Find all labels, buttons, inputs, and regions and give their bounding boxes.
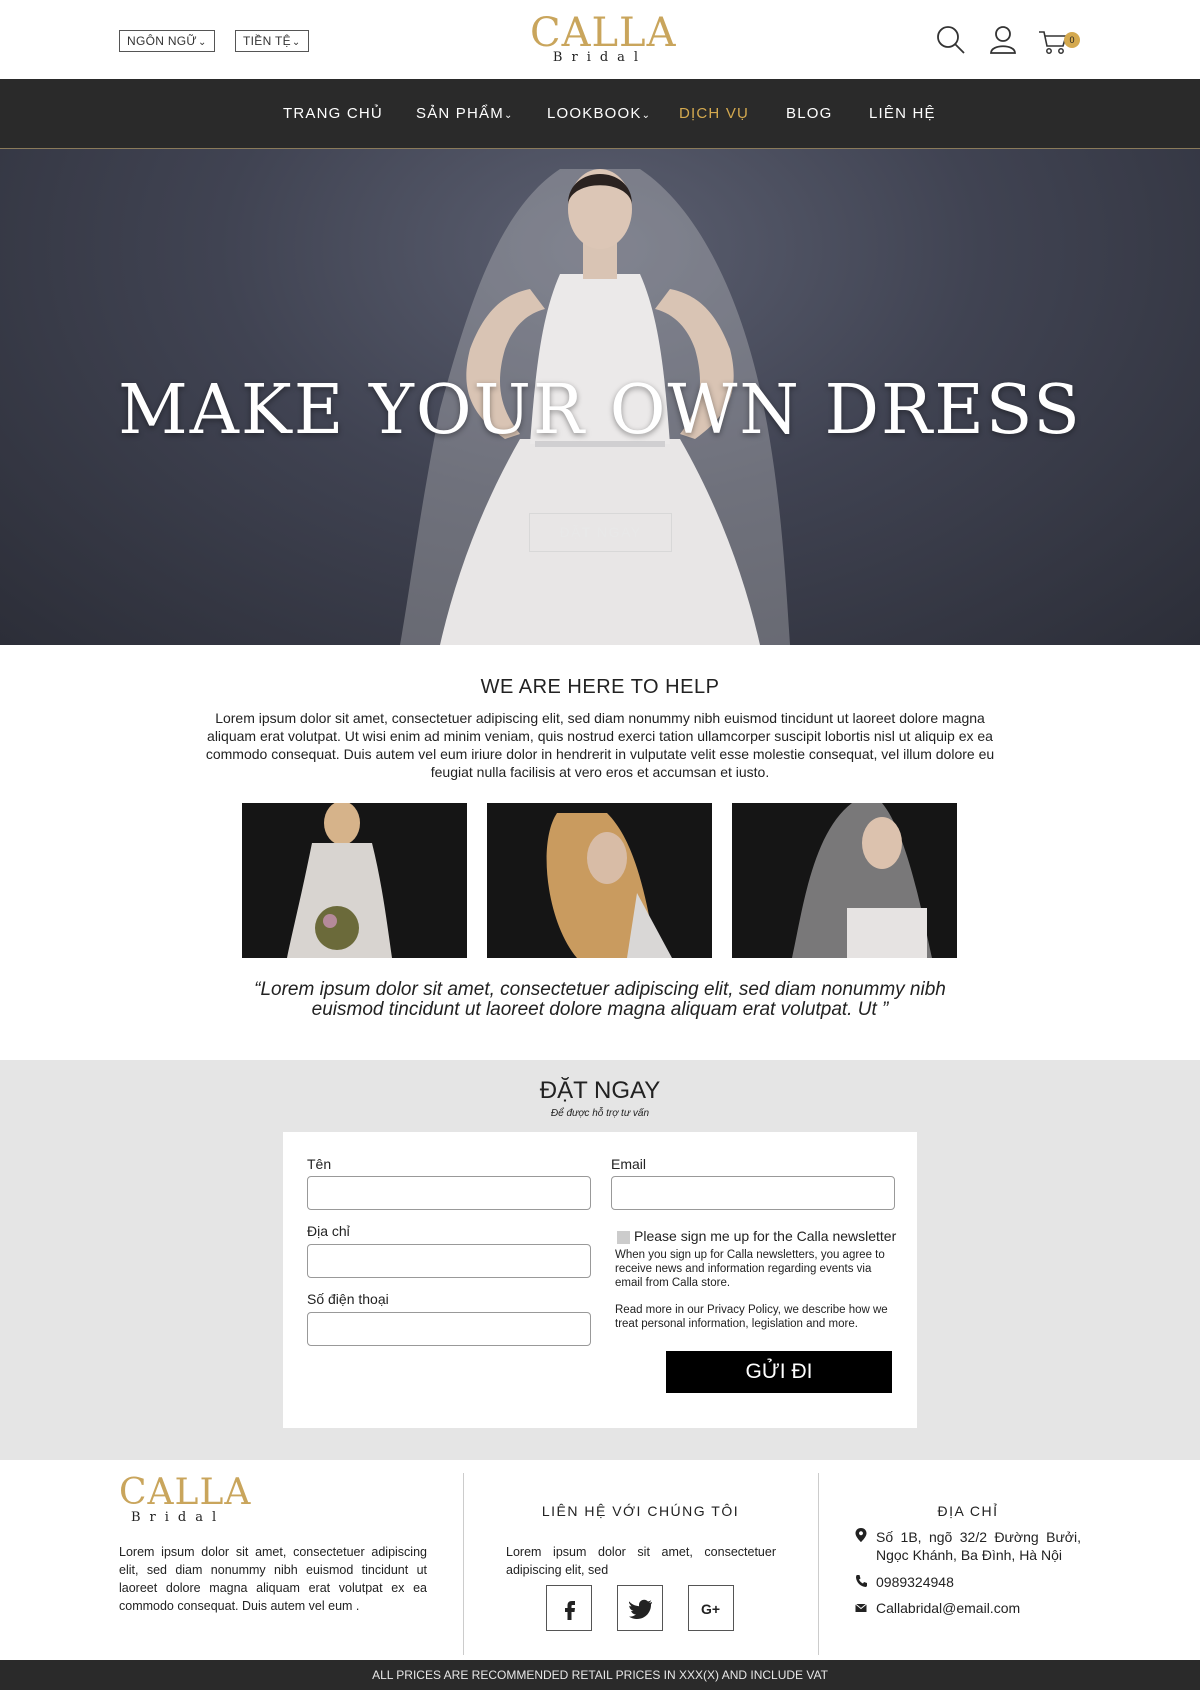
newsletter-checkbox[interactable] xyxy=(617,1231,630,1244)
nav-item-lookbook[interactable]: LOOKBOOK⌄ xyxy=(547,105,651,122)
footer-logo[interactable]: CALLA Bridal xyxy=(119,1472,252,1526)
footer-about: Lorem ipsum dolor sit amet, consectetuer… xyxy=(119,1545,427,1613)
logo[interactable]: CALLA Bridal xyxy=(530,10,677,65)
email-field[interactable] xyxy=(611,1176,895,1210)
contact-heading: LIÊN HỆ VỚI CHÚNG TÔI xyxy=(541,1503,740,1519)
email-icon xyxy=(855,1603,867,1612)
gallery-photo-1[interactable] xyxy=(242,803,467,958)
booking-section: ĐẶT NGAY Để được hỗ trợ tư vấn Tên Địa c… xyxy=(0,1060,1200,1460)
search-icon[interactable] xyxy=(935,24,967,56)
divider xyxy=(818,1473,819,1655)
nav-label: LOOKBOOK xyxy=(547,105,642,122)
help-text: Lorem ipsum dolor sit amet, consectetuer… xyxy=(205,710,995,780)
hero-cta-button[interactable]: ĐẶT NGAY xyxy=(529,513,672,552)
divider xyxy=(463,1473,464,1655)
address-label: Địa chỉ xyxy=(307,1223,350,1239)
testimonial-quote: “Lorem ipsum dolor sit amet, consectetue… xyxy=(254,979,946,1020)
name-field[interactable] xyxy=(307,1176,591,1210)
nav-item-blog[interactable]: BLOG xyxy=(786,105,832,122)
email-label: Email xyxy=(611,1156,647,1172)
footer-email[interactable]: Callabridal@email.com xyxy=(876,1599,1020,1617)
help-title: WE ARE HERE TO HELP xyxy=(480,676,720,698)
name-label: Tên xyxy=(307,1156,332,1172)
phone-field[interactable] xyxy=(307,1312,591,1346)
twitter-icon[interactable] xyxy=(617,1585,663,1631)
booking-title: ĐẶT NGAY xyxy=(539,1077,661,1104)
chevron-down-icon: ⌄ xyxy=(503,110,514,121)
language-label: NGÔN NGỮ xyxy=(127,34,197,48)
newsletter-label: Please sign me up for the Calla newslett… xyxy=(634,1228,897,1244)
nav-item-home[interactable]: TRANG CHỦ xyxy=(283,105,383,122)
newsletter-note: When you sign up for Calla newsletters, … xyxy=(615,1249,885,1289)
nav-label: DỊCH VỤ xyxy=(679,105,750,122)
footer-logo-main: CALLA xyxy=(119,1472,252,1513)
footer-address: Số 1B, ngõ 32/2 Đường Bưởi, Ngọc Khánh, … xyxy=(876,1529,1081,1563)
nav-label: SẢN PHẨM xyxy=(416,105,504,122)
logo-main: CALLA xyxy=(530,10,677,56)
chevron-down-icon: ⌄ xyxy=(291,37,301,48)
nav-label: TRANG CHỦ xyxy=(283,105,383,122)
address-field[interactable] xyxy=(307,1244,591,1278)
main-nav: TRANG CHỦ SẢN PHẨM⌄ LOOKBOOK⌄ DỊCH VỤ BL… xyxy=(0,79,1200,149)
contact-text: Lorem ipsum dolor sit amet, consectetuer… xyxy=(506,1545,776,1577)
hero-title: MAKE YOUR OWN DRESS xyxy=(118,371,1082,450)
top-bar: NGÔN NGỮ⌄ TIỀN TỆ⌄ CALLA Bridal 0 xyxy=(0,0,1200,79)
location-icon xyxy=(855,1528,867,1542)
google-plus-icon[interactable]: G+ xyxy=(688,1585,734,1631)
submit-button[interactable]: GỬI ĐI xyxy=(666,1351,892,1393)
chevron-down-icon: ⌄ xyxy=(641,110,652,121)
booking-form: Tên Địa chỉ Số điện thoại Email Please s… xyxy=(283,1132,917,1428)
hero-banner: MAKE YOUR OWN DRESS ĐẶT NGAY xyxy=(0,149,1200,645)
chevron-down-icon: ⌄ xyxy=(197,37,207,48)
nav-item-contact[interactable]: LIÊN HỆ xyxy=(869,105,936,122)
language-select[interactable]: NGÔN NGỮ⌄ xyxy=(119,30,215,52)
price-disclaimer: ALL PRICES ARE RECOMMENDED RETAIL PRICES… xyxy=(0,1660,1200,1690)
footer: CALLA Bridal Lorem ipsum dolor sit amet,… xyxy=(0,1460,1200,1660)
footer-phone[interactable]: 0989324948 xyxy=(876,1573,954,1591)
user-icon[interactable] xyxy=(987,24,1019,56)
gallery-photo-2[interactable] xyxy=(487,803,712,958)
svg-text:G+: G+ xyxy=(701,1601,720,1617)
page: NGÔN NGỮ⌄ TIỀN TỆ⌄ CALLA Bridal 0 TRANG … xyxy=(0,0,1200,1690)
currency-label: TIỀN TỆ xyxy=(243,34,291,48)
phone-icon xyxy=(856,1575,867,1587)
booking-subtitle: Để được hỗ trợ tư vấn xyxy=(550,1108,650,1119)
nav-label: LIÊN HỆ xyxy=(869,105,936,122)
gallery-photo-3[interactable] xyxy=(732,803,957,958)
cart-count-badge: 0 xyxy=(1064,32,1080,48)
facebook-icon[interactable] xyxy=(546,1585,592,1631)
address-heading: ĐỊA CHỈ xyxy=(937,1503,999,1519)
nav-label: BLOG xyxy=(786,105,833,122)
privacy-note: Read more in our Privacy Policy, we desc… xyxy=(615,1304,888,1330)
currency-select[interactable]: TIỀN TỆ⌄ xyxy=(235,30,309,52)
nav-item-products[interactable]: SẢN PHẨM⌄ xyxy=(416,105,514,122)
phone-label: Số điện thoại xyxy=(307,1291,389,1307)
nav-item-services[interactable]: DỊCH VỤ xyxy=(679,105,749,122)
